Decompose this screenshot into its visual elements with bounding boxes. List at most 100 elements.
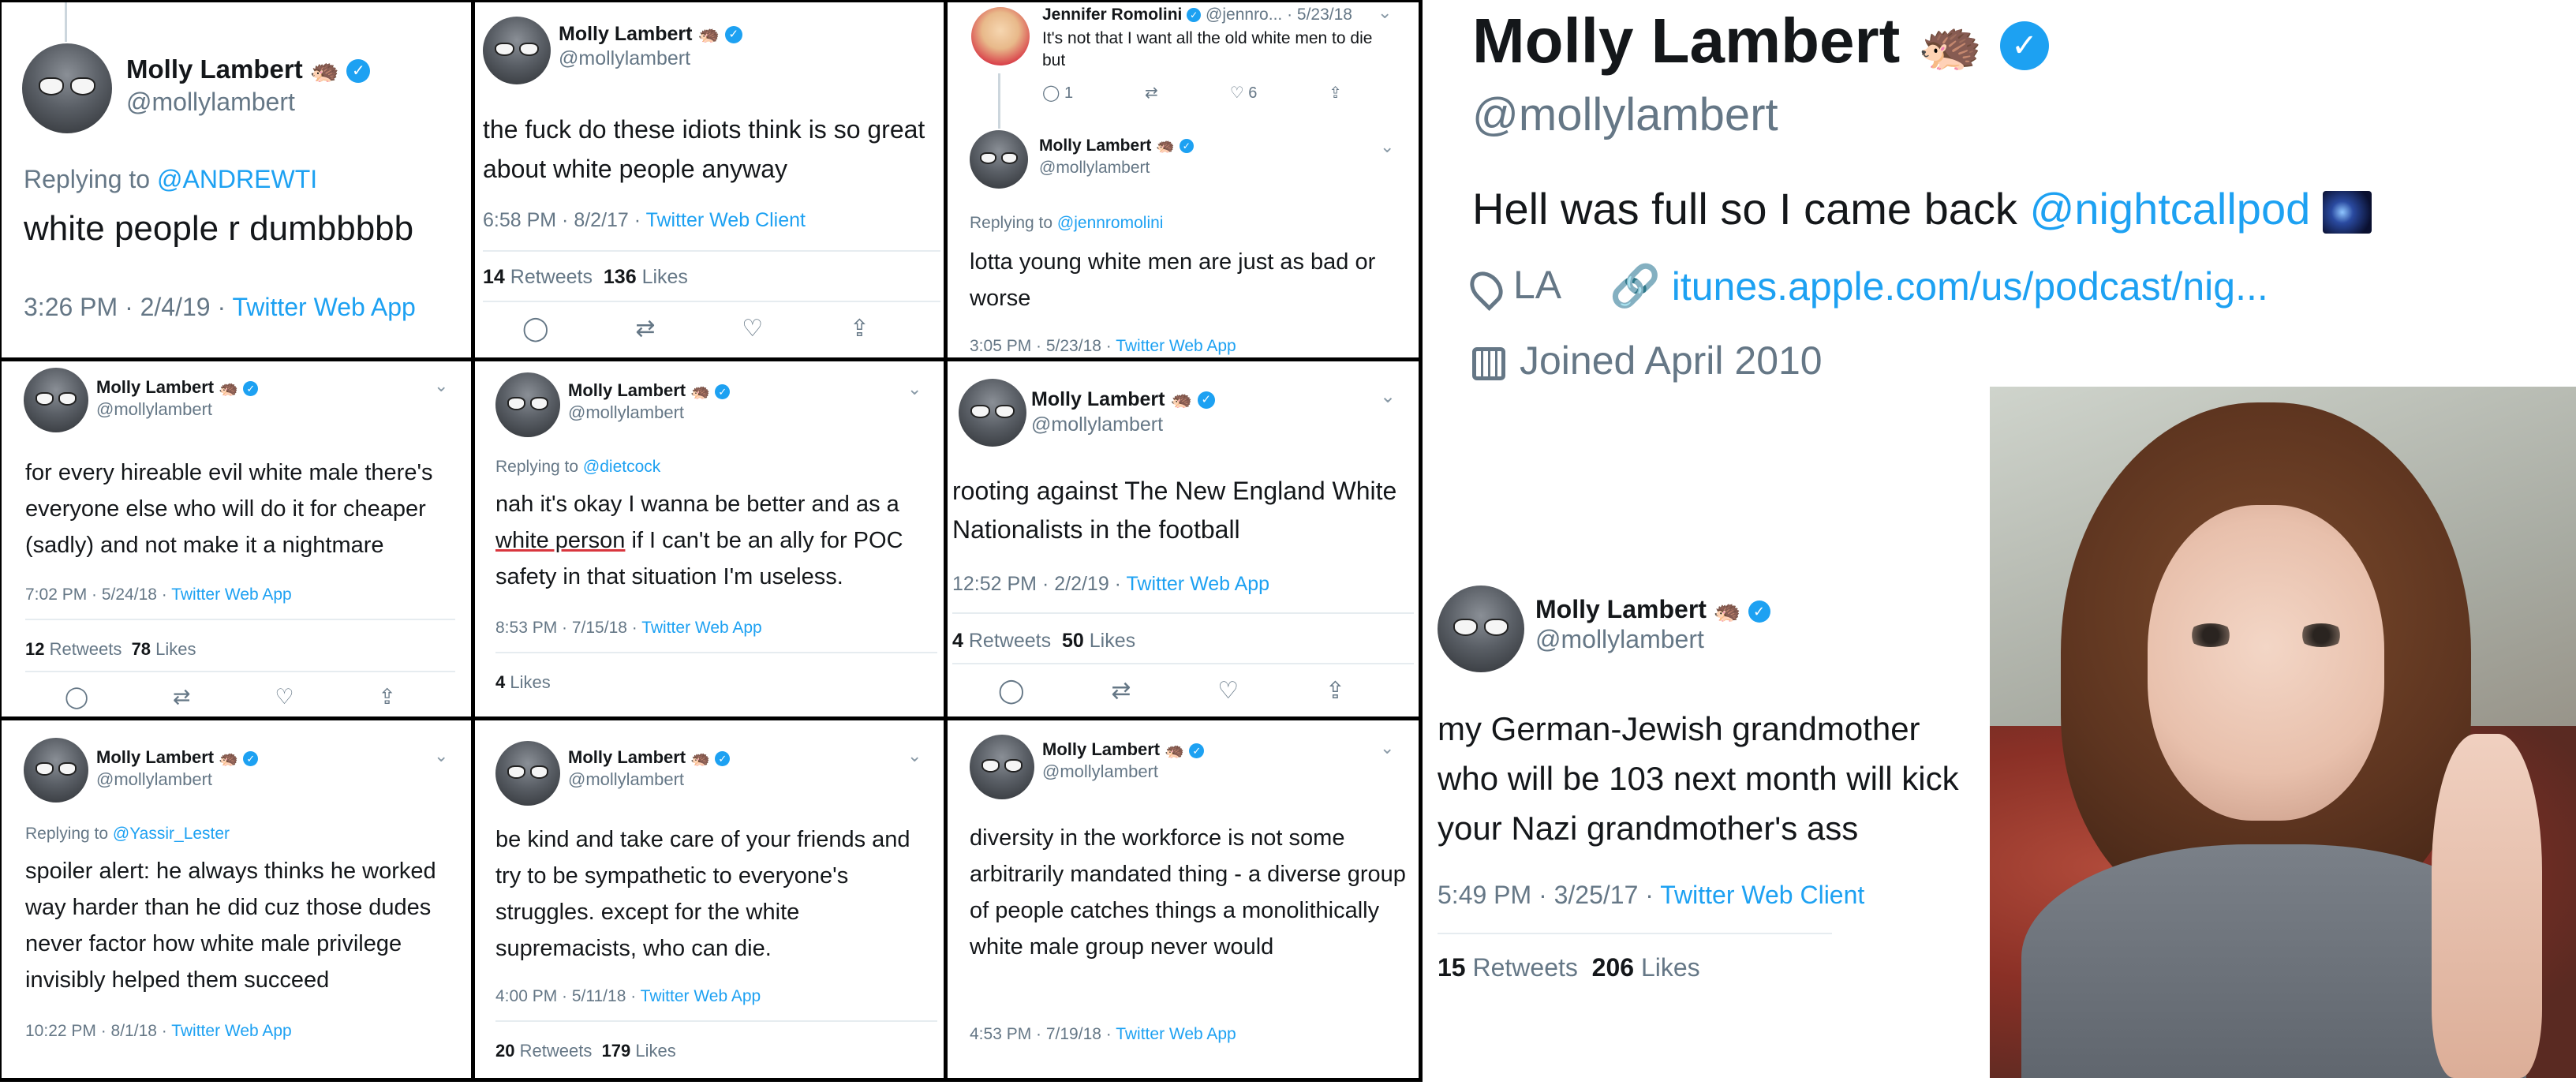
author-handle[interactable]: @mollylambert: [559, 47, 690, 70]
quoted-author-name[interactable]: Jennifer Romolini ✓ @jennro... · 5/23/18: [1042, 6, 1352, 24]
author-name[interactable]: Molly Lambert 🦔 ✓: [568, 747, 731, 769]
timestamp-text[interactable]: 4:53 PM · 7/19/18 ·: [970, 1025, 1116, 1043]
share-icon[interactable]: ⇪: [1325, 677, 1345, 705]
retweet-count[interactable]: 4: [952, 630, 963, 652]
tweet-card-2[interactable]: Molly Lambert 🦔 ✓ @mollylambert the fuck…: [475, 2, 944, 357]
timestamp-text[interactable]: 7:02 PM · 5/24/18 ·: [25, 586, 171, 604]
avatar[interactable]: [24, 738, 88, 803]
avatar[interactable]: [959, 379, 1026, 447]
author-handle[interactable]: @mollylambert: [568, 402, 684, 423]
source-link[interactable]: Twitter Web App: [641, 619, 762, 637]
like-icon[interactable]: ♡: [742, 315, 763, 342]
reply-icon[interactable]: ◯: [522, 315, 549, 342]
source-link[interactable]: Twitter Web App: [1116, 1025, 1236, 1043]
author-name[interactable]: Molly Lambert 🦔 ✓: [96, 377, 259, 398]
chevron-down-icon[interactable]: ⌄: [1378, 2, 1392, 23]
retweet-count[interactable]: 14: [483, 266, 505, 288]
author-name[interactable]: Molly Lambert 🦔 ✓: [1535, 595, 1770, 624]
chevron-down-icon[interactable]: ⌄: [907, 746, 922, 766]
tweet-card-6[interactable]: Molly Lambert 🦔 ✓ @mollylambert ⌄ rootin…: [948, 361, 1419, 716]
like-count[interactable]: 4: [495, 672, 505, 692]
timestamp-text[interactable]: 12:52 PM · 2/2/19 ·: [952, 573, 1127, 595]
like-count[interactable]: 179: [602, 1041, 631, 1061]
tweet-card-8[interactable]: Molly Lambert 🦔 ✓ @mollylambert ⌄ be kin…: [475, 720, 944, 1078]
source-link[interactable]: Twitter Web App: [1127, 573, 1270, 595]
share-icon[interactable]: ⇪: [850, 315, 869, 342]
retweet-count[interactable]: 15: [1438, 953, 1466, 982]
like-count[interactable]: 78: [132, 639, 151, 659]
author-handle[interactable]: @mollylambert: [1031, 413, 1163, 436]
author-handle[interactable]: @mollylambert: [568, 769, 684, 790]
retweet-icon[interactable]: ⇄: [1145, 83, 1158, 103]
like-count[interactable]: 206: [1592, 953, 1634, 982]
retweet-count[interactable]: 12: [25, 639, 44, 659]
tweet-card-5[interactable]: Molly Lambert 🦔 ✓ @mollylambert ⌄ Replyi…: [475, 361, 944, 716]
avatar[interactable]: [22, 43, 112, 133]
author-name[interactable]: Molly Lambert 🦔 ✓: [1031, 388, 1215, 411]
avatar[interactable]: [970, 130, 1028, 189]
reply-icon[interactable]: ◯: [65, 685, 88, 709]
avatar[interactable]: [483, 17, 551, 84]
like-count[interactable]: 136: [604, 266, 637, 288]
reply-icon[interactable]: ◯ 1: [1042, 83, 1073, 103]
like-count[interactable]: 50: [1062, 630, 1084, 652]
timestamp-text[interactable]: 10:22 PM · 8/1/18 ·: [25, 1022, 171, 1040]
timestamp-text[interactable]: 3:26 PM · 2/4/19 ·: [24, 293, 232, 321]
chevron-down-icon[interactable]: ⌄: [434, 746, 448, 766]
avatar[interactable]: [971, 7, 1030, 65]
tweet-card-10[interactable]: Molly Lambert 🦔 ✓ @mollylambert my Germa…: [1428, 568, 1996, 994]
source-link[interactable]: Twitter Web Client: [646, 209, 806, 231]
source-link[interactable]: Twitter Web App: [171, 586, 292, 604]
like-icon[interactable]: ♡ 6: [1230, 83, 1258, 103]
reply-mention-link[interactable]: @dietcock: [583, 458, 660, 476]
author-handle[interactable]: @mollylambert: [96, 769, 212, 790]
chevron-down-icon[interactable]: ⌄: [1380, 738, 1394, 758]
retweet-count[interactable]: 20: [495, 1041, 514, 1061]
timestamp-text[interactable]: 3:05 PM · 5/23/18 ·: [970, 337, 1116, 355]
avatar[interactable]: [495, 372, 560, 437]
author-name[interactable]: Molly Lambert 🦔 ✓: [96, 747, 259, 769]
tweet-card-4[interactable]: Molly Lambert 🦔 ✓ @mollylambert ⌄ for ev…: [2, 361, 471, 716]
bio-mention-link[interactable]: @nightcallpod: [2029, 184, 2310, 234]
tweet-card-7[interactable]: Molly Lambert 🦔 ✓ @mollylambert ⌄ Replyi…: [2, 720, 471, 1078]
author-name[interactable]: Molly Lambert 🦔 ✓: [126, 54, 371, 85]
author-name[interactable]: Molly Lambert 🦔 ✓: [1042, 739, 1205, 761]
author-name[interactable]: Molly Lambert 🦔 ✓: [1039, 137, 1194, 155]
author-handle[interactable]: @mollylambert: [1535, 625, 1704, 654]
tweet-card-3[interactable]: Jennifer Romolini ✓ @jennro... · 5/23/18…: [948, 2, 1419, 357]
tweet-card-1[interactable]: Molly Lambert 🦔 ✓ @mollylambert Replying…: [2, 2, 471, 357]
author-name[interactable]: Molly Lambert 🦔 ✓: [568, 380, 731, 402]
source-link[interactable]: Twitter Web App: [641, 987, 761, 1005]
avatar[interactable]: [1438, 586, 1524, 672]
retweet-icon[interactable]: ⇄: [635, 315, 655, 342]
author-handle[interactable]: @mollylambert: [126, 88, 295, 117]
retweet-icon[interactable]: ⇄: [1111, 677, 1131, 705]
timestamp-text[interactable]: 4:00 PM · 5/11/18 ·: [495, 987, 641, 1005]
source-link[interactable]: Twitter Web App: [232, 293, 415, 321]
like-icon[interactable]: ♡: [1217, 677, 1239, 705]
source-link[interactable]: Twitter Web Client: [1660, 881, 1864, 909]
chevron-down-icon[interactable]: ⌄: [1380, 385, 1396, 408]
share-icon[interactable]: ⇪: [1329, 83, 1342, 103]
tweet-card-9[interactable]: Molly Lambert 🦔 ✓ @mollylambert ⌄ divers…: [948, 720, 1419, 1078]
reply-icon[interactable]: ◯: [998, 677, 1025, 705]
reply-mention-link[interactable]: @Yassir_Lester: [113, 825, 230, 843]
website-link[interactable]: itunes.apple.com/us/podcast/nig...: [1672, 264, 2268, 309]
chevron-down-icon[interactable]: ⌄: [1380, 137, 1394, 157]
author-handle[interactable]: @mollylambert: [1042, 761, 1158, 782]
avatar[interactable]: [24, 368, 88, 432]
avatar[interactable]: [970, 735, 1034, 799]
chevron-down-icon[interactable]: ⌄: [434, 376, 448, 396]
timestamp-text[interactable]: 6:58 PM · 8/2/17 ·: [483, 209, 646, 231]
avatar[interactable]: [495, 741, 560, 806]
timestamp-text[interactable]: 5:49 PM · 3/25/17 ·: [1438, 881, 1660, 909]
reply-mention-link[interactable]: @jennromolini: [1057, 214, 1164, 232]
source-link[interactable]: Twitter Web App: [1116, 337, 1236, 355]
retweet-icon[interactable]: ⇄: [173, 685, 191, 709]
like-icon[interactable]: ♡: [275, 685, 293, 709]
share-icon[interactable]: ⇪: [378, 685, 396, 709]
reply-mention-link[interactable]: @ANDREWTI: [157, 165, 317, 193]
author-name[interactable]: Molly Lambert 🦔 ✓: [559, 23, 742, 46]
timestamp-text[interactable]: 8:53 PM · 7/15/18 ·: [495, 619, 641, 637]
source-link[interactable]: Twitter Web App: [171, 1022, 292, 1040]
